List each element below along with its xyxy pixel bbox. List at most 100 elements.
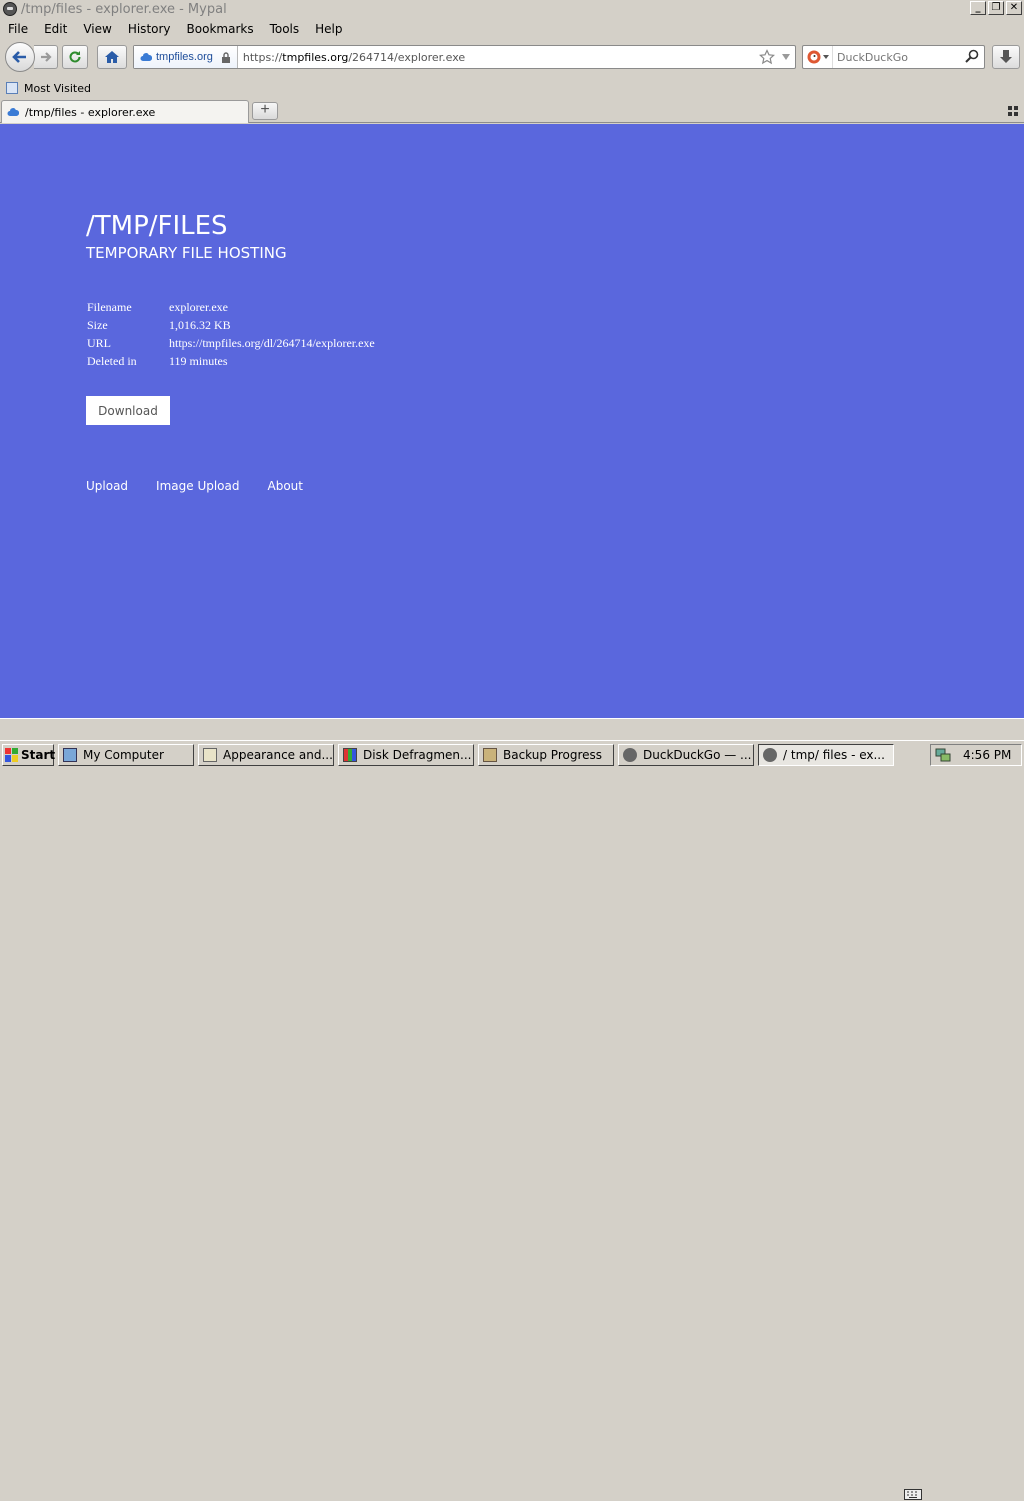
- url-domain: tmpfiles.org: [282, 50, 349, 64]
- clock[interactable]: 4:56 PM: [963, 748, 1011, 762]
- folder-icon: [6, 82, 18, 94]
- search-bar[interactable]: [802, 45, 985, 69]
- taskbar-item-backup-progress[interactable]: Backup Progress: [478, 743, 614, 766]
- menu-file[interactable]: File: [0, 22, 36, 36]
- duckduckgo-icon: [807, 50, 820, 64]
- maximize-button[interactable]: ❐: [988, 1, 1004, 15]
- tab-bar: /tmp/files - explorer.exe +: [0, 99, 1024, 123]
- close-button[interactable]: ✕: [1006, 1, 1022, 15]
- window-title: /tmp/files - explorer.exe - Mypal: [21, 1, 227, 17]
- url-path: /264714/explorer.exe: [348, 50, 466, 64]
- url-text[interactable]: https://tmpfiles.org/264714/explorer.exe: [243, 51, 465, 64]
- reload-button[interactable]: [62, 45, 88, 69]
- tab-active[interactable]: /tmp/files - explorer.exe: [1, 100, 249, 123]
- windows-logo-icon: [5, 747, 18, 762]
- mypal-icon: [763, 747, 777, 762]
- size-label: Size: [87, 317, 108, 332]
- url-scheme: https://: [242, 50, 283, 64]
- home-button[interactable]: [97, 45, 127, 69]
- site-subtitle: TEMPORARY FILE HOSTING: [86, 244, 287, 262]
- about-link[interactable]: About: [268, 479, 303, 493]
- bookmarks-toolbar: Most Visited: [0, 78, 1024, 98]
- new-tab-button[interactable]: +: [252, 102, 278, 120]
- deleted-in-label: Deleted in: [87, 353, 137, 368]
- page-content: /TMP/FILES TEMPORARY FILE HOSTING Filena…: [0, 124, 1024, 718]
- nav-toolbar: tmpfiles.org https://tmpfiles.org/264714…: [0, 40, 1024, 76]
- deleted-in-value: 119 minutes: [169, 353, 228, 368]
- menubar: File Edit View History Bookmarks Tools H…: [0, 19, 1024, 39]
- window-controls: _ ❐ ✕: [970, 1, 1022, 15]
- file-info-row: Filename explorer.exe: [87, 298, 375, 316]
- taskbar-item-label: My Computer: [83, 747, 164, 762]
- menu-view[interactable]: View: [75, 22, 119, 36]
- menu-bookmarks[interactable]: Bookmarks: [179, 22, 262, 36]
- search-icon[interactable]: [965, 49, 979, 63]
- taskbar-item-appearance[interactable]: Appearance and...: [198, 743, 334, 766]
- file-info-row: Size 1,016.32 KB: [87, 316, 375, 334]
- minimize-button[interactable]: _: [970, 1, 986, 15]
- taskbar-item-disk-defragmenter[interactable]: Disk Defragmen...: [338, 743, 474, 766]
- upload-link[interactable]: Upload: [86, 479, 128, 493]
- home-icon: [105, 51, 119, 63]
- site-identity-label: tmpfiles.org: [156, 51, 213, 63]
- bookmark-star-icon[interactable]: [759, 49, 775, 65]
- download-arrow-icon: [1000, 50, 1012, 63]
- dropdown-icon[interactable]: [781, 53, 791, 61]
- lock-icon: [221, 51, 230, 63]
- size-value: 1,016.32 KB: [169, 317, 231, 332]
- taskbar-item-label: / tmp/ files - ex...: [783, 747, 885, 762]
- menu-help[interactable]: Help: [307, 22, 350, 36]
- defrag-icon: [343, 747, 357, 762]
- download-button[interactable]: Download: [86, 396, 170, 425]
- menu-edit[interactable]: Edit: [36, 22, 75, 36]
- keyboard-icon[interactable]: [904, 1487, 922, 1501]
- chevron-down-icon: [822, 55, 829, 59]
- bookmark-most-visited[interactable]: Most Visited: [6, 82, 91, 95]
- bookmark-label: Most Visited: [24, 81, 91, 95]
- arrow-left-icon: [12, 51, 26, 63]
- computer-icon: [63, 747, 77, 762]
- status-bar: [0, 718, 1024, 738]
- start-button[interactable]: Start: [2, 743, 56, 766]
- search-engine-selector[interactable]: [803, 46, 833, 68]
- url-bar[interactable]: tmpfiles.org https://tmpfiles.org/264714…: [133, 45, 796, 69]
- url-label: URL: [87, 335, 111, 350]
- image-upload-link[interactable]: Image Upload: [156, 479, 239, 493]
- taskbar-item-duckduckgo[interactable]: DuckDuckGo — ...: [618, 743, 754, 766]
- back-button[interactable]: [5, 42, 35, 72]
- site-identity[interactable]: tmpfiles.org: [134, 46, 238, 68]
- cloud-icon: [7, 108, 19, 116]
- file-info-table: Filename explorer.exe Size 1,016.32 KB U…: [87, 298, 375, 370]
- file-info-row: URL https://tmpfiles.org/dl/264714/explo…: [87, 334, 375, 352]
- menu-history[interactable]: History: [120, 22, 179, 36]
- taskbar: Start My Computer Appearance and... Disk…: [0, 740, 1024, 1500]
- file-info-row: Deleted in 119 minutes: [87, 352, 375, 370]
- list-all-tabs-icon[interactable]: [1008, 106, 1018, 116]
- taskbar-item-label: Appearance and...: [223, 747, 333, 762]
- taskbar-item-label: DuckDuckGo — ...: [643, 747, 752, 762]
- tab-label: /tmp/files - explorer.exe: [25, 105, 156, 119]
- site-title: /TMP/FILES: [86, 211, 228, 241]
- network-icon[interactable]: [935, 747, 951, 763]
- system-tray: 4:56 PM: [930, 744, 1022, 766]
- cloud-icon: [140, 53, 152, 61]
- taskbar-item-label: Backup Progress: [503, 747, 603, 762]
- taskbar-item-my-computer[interactable]: My Computer: [58, 743, 194, 766]
- control-panel-icon: [203, 747, 217, 762]
- taskbar-item-label: Disk Defragmen...: [363, 747, 472, 762]
- downloads-button[interactable]: [992, 45, 1020, 69]
- filename-label: Filename: [87, 299, 132, 314]
- footer-links: Upload Image Upload About: [86, 479, 331, 493]
- backup-icon: [483, 747, 497, 762]
- filename-value: explorer.exe: [169, 299, 228, 314]
- forward-button[interactable]: [34, 45, 58, 69]
- menu-tools[interactable]: Tools: [262, 22, 308, 36]
- url-value: https://tmpfiles.org/dl/264714/explorer.…: [169, 335, 375, 350]
- taskbar-item-tmpfiles[interactable]: / tmp/ files - ex...: [758, 743, 894, 766]
- mypal-icon: [623, 747, 637, 762]
- url-icons: [759, 49, 791, 65]
- mypal-icon: [3, 2, 17, 16]
- search-input[interactable]: [837, 50, 962, 64]
- start-label: Start: [21, 747, 56, 762]
- arrow-right-icon: [40, 52, 52, 62]
